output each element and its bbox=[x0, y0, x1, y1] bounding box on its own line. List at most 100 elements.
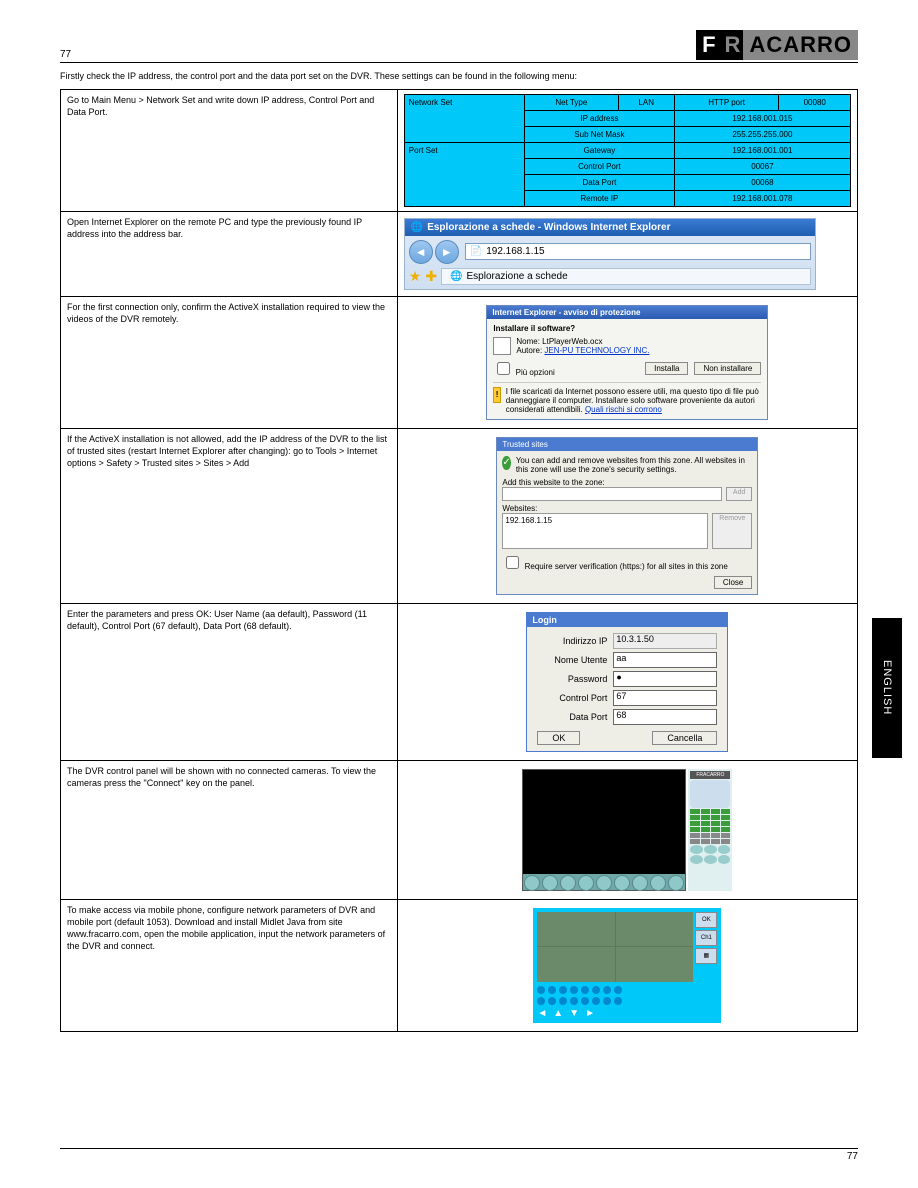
remote-control-buttons[interactable] bbox=[690, 845, 730, 864]
dport-value: 00068 bbox=[674, 174, 850, 190]
ts-list-item: 192.168.1.15 bbox=[505, 516, 552, 525]
login-dport-input[interactable]: 68 bbox=[613, 709, 717, 725]
ts-require-https-label: Require server verification (https:) for… bbox=[525, 562, 728, 571]
ts-close-button[interactable]: Close bbox=[714, 576, 752, 589]
gateway-value: 192.168.001.001 bbox=[674, 142, 850, 158]
cport-label: Control Port bbox=[525, 158, 675, 174]
ie-address-value: 192.168.1.15 bbox=[486, 246, 544, 257]
remote-channel-grid[interactable] bbox=[690, 809, 730, 832]
remote-video-area[interactable] bbox=[522, 769, 686, 891]
remoteip-value: 192.168.001.078 bbox=[674, 190, 850, 206]
ts-require-https-checkbox[interactable] bbox=[506, 556, 519, 569]
activex-more-label: Più opzioni bbox=[516, 368, 555, 377]
ts-description: You can add and remove websites from thi… bbox=[516, 456, 753, 474]
dport-label: Data Port bbox=[525, 174, 675, 190]
login-pass-input[interactable]: ● bbox=[613, 671, 717, 687]
mobile-channel-dots-2[interactable] bbox=[537, 997, 717, 1005]
mobile-nav-arrows[interactable]: ◄ ▲ ▼ ► bbox=[537, 1008, 717, 1019]
step3-text: For the first connection only, confirm t… bbox=[67, 301, 391, 325]
remote-bottom-toolbar[interactable] bbox=[523, 874, 685, 890]
ie-address-field[interactable]: 📄 192.168.1.15 bbox=[465, 243, 812, 260]
login-dport-label: Data Port bbox=[537, 712, 607, 722]
ie-back-button[interactable]: ◄ bbox=[409, 240, 433, 264]
login-cport-label: Control Port bbox=[537, 693, 607, 703]
ie-fav-icon[interactable]: ★ bbox=[409, 268, 422, 285]
step7-text: To make access via mobile phone, configu… bbox=[67, 904, 391, 953]
mobile-ok-button[interactable]: OK bbox=[695, 912, 717, 928]
arrow-down-icon[interactable]: ▼ bbox=[569, 1008, 579, 1019]
ie-icon: 🌐 bbox=[411, 222, 423, 233]
activex-question: Installare il software? bbox=[493, 324, 761, 333]
ie-fwd-button[interactable]: ► bbox=[435, 240, 459, 264]
ts-title: Trusted sites bbox=[497, 438, 757, 451]
intro-text: Firstly check the IP address, the contro… bbox=[60, 71, 858, 83]
net-section2: Port Set bbox=[404, 142, 524, 206]
activex-author-link[interactable]: JEN-PU TECHNOLOGY INC. bbox=[544, 346, 649, 355]
http-port-value: 00080 bbox=[779, 94, 851, 110]
step4-text: If the ActiveX installation is not allow… bbox=[67, 433, 391, 469]
ts-list-label: Websites: bbox=[502, 504, 752, 513]
net-section1: Network Set bbox=[404, 94, 524, 142]
remote-panel-logo: FRACARRO bbox=[690, 771, 730, 779]
gateway-label: Gateway bbox=[525, 142, 675, 158]
login-cport-input[interactable]: 67 bbox=[613, 690, 717, 706]
ip-value: 192.168.001.015 bbox=[674, 110, 850, 126]
network-settings-table: Network Set Net Type LAN HTTP port 00080… bbox=[404, 94, 851, 207]
ip-label: IP address bbox=[525, 110, 675, 126]
activex-install-button[interactable]: Installa bbox=[645, 362, 688, 375]
ts-add-input[interactable] bbox=[502, 487, 722, 501]
ie-tab[interactable]: 🌐 Esplorazione a schede bbox=[441, 268, 811, 285]
ie-title-bar: 🌐 Esplorazione a schede - Windows Intern… bbox=[405, 219, 816, 236]
activex-risk-link[interactable]: Quali rischi si corrono bbox=[585, 405, 662, 414]
net-type-value: LAN bbox=[618, 94, 674, 110]
step2-text: Open Internet Explorer on the remote PC … bbox=[67, 216, 391, 240]
http-port-label: HTTP port bbox=[674, 94, 779, 110]
net-type-label: Net Type bbox=[525, 94, 619, 110]
activex-name-label: Nome: bbox=[516, 337, 540, 346]
ie-window: 🌐 Esplorazione a schede - Windows Intern… bbox=[404, 218, 817, 290]
mobile-client-window: OK Ch1 ▦ ◄ ▲ ▼ ► bbox=[533, 908, 721, 1023]
activex-more-checkbox[interactable] bbox=[497, 362, 510, 375]
login-user-label: Nome Utente bbox=[537, 655, 607, 665]
activex-noinstall-button[interactable]: Non installare bbox=[694, 362, 761, 375]
login-pass-label: Password bbox=[537, 674, 607, 684]
activex-app-icon bbox=[493, 337, 511, 355]
ts-sites-list[interactable]: 192.168.1.15 bbox=[502, 513, 708, 549]
login-ok-button[interactable]: OK bbox=[537, 731, 580, 745]
remote-side-panel: FRACARRO bbox=[688, 769, 732, 891]
login-title: Login bbox=[527, 613, 727, 627]
trusted-sites-dialog: Trusted sites ✓ You can add and remove w… bbox=[496, 437, 758, 595]
ts-remove-button[interactable]: Remove bbox=[712, 513, 752, 549]
arrow-left-icon[interactable]: ◄ bbox=[537, 1008, 547, 1019]
mobile-split-button[interactable]: ▦ bbox=[695, 948, 717, 964]
login-cancel-button[interactable]: Cancella bbox=[652, 731, 717, 745]
ts-add-button[interactable]: Add bbox=[726, 487, 752, 501]
warning-icon: ! bbox=[493, 387, 500, 403]
step5-text: Enter the parameters and press OK: User … bbox=[67, 608, 391, 632]
arrow-up-icon[interactable]: ▲ bbox=[553, 1008, 563, 1019]
activex-name-value: LtPlayerWeb.ocx bbox=[542, 337, 602, 346]
page-number-top: 77 bbox=[60, 49, 71, 60]
login-ip-value: 10.3.1.50 bbox=[613, 633, 717, 649]
steps-table: Go to Main Menu > Network Set and write … bbox=[60, 89, 858, 1032]
step1-text: Go to Main Menu > Network Set and write … bbox=[67, 94, 391, 118]
brand-logo: FRACARRO bbox=[696, 30, 858, 60]
login-user-input[interactable]: aa bbox=[613, 652, 717, 668]
ie-title-text: Esplorazione a schede - Windows Internet… bbox=[427, 222, 670, 233]
ie-addfav-icon[interactable]: ✚ bbox=[425, 268, 437, 285]
login-dialog: Login Indirizzo IP10.3.1.50 Nome Utentea… bbox=[526, 612, 728, 752]
cport-value: 00067 bbox=[674, 158, 850, 174]
remote-ptz-pad[interactable] bbox=[690, 780, 730, 808]
page-icon: 📄 bbox=[470, 246, 482, 257]
activex-author-label: Autore: bbox=[516, 346, 542, 355]
mobile-channel-dots[interactable] bbox=[537, 986, 717, 994]
arrow-right-icon[interactable]: ► bbox=[585, 1008, 595, 1019]
step6-text: The DVR control panel will be shown with… bbox=[67, 765, 391, 789]
mobile-ch1-button[interactable]: Ch1 bbox=[695, 930, 717, 946]
mobile-video-grid[interactable] bbox=[537, 912, 693, 982]
subnet-label: Sub Net Mask bbox=[525, 126, 675, 142]
remoteip-label: Remote IP bbox=[525, 190, 675, 206]
remote-client-window: FRACARRO bbox=[522, 769, 732, 891]
subnet-value: 255.255.255.000 bbox=[674, 126, 850, 142]
page-number-bottom: 77 bbox=[847, 1151, 858, 1162]
